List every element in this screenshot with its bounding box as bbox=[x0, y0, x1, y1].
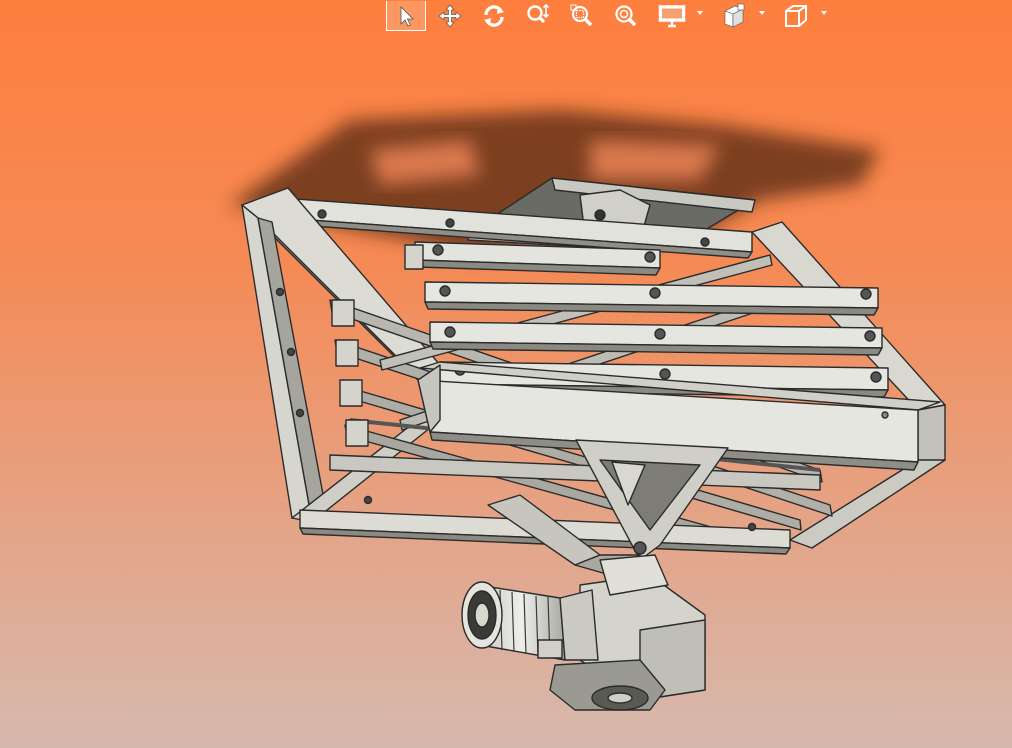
3d-viewport[interactable] bbox=[0, 0, 1012, 748]
scissor-bar-3 bbox=[429, 321, 883, 356]
scissor-bar-2 bbox=[424, 281, 879, 316]
scissor-lift-model[interactable] bbox=[241, 177, 946, 711]
electric-motor bbox=[461, 581, 599, 661]
